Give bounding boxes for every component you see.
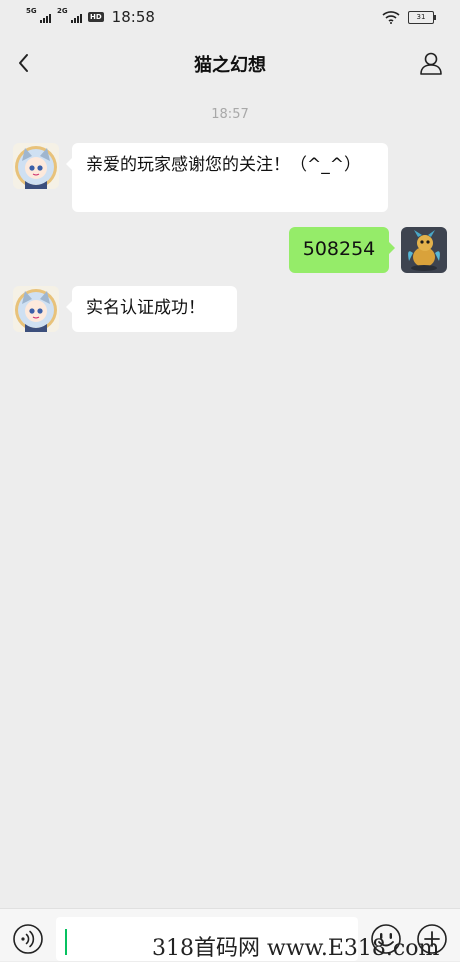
battery-icon: 31 bbox=[408, 10, 436, 24]
hd-badge: HD bbox=[88, 12, 104, 22]
signal-5g-icon: 5G bbox=[26, 7, 51, 23]
status-right: 31 bbox=[382, 10, 436, 24]
signal-2g-icon: 2G bbox=[57, 7, 82, 23]
dragon-avatar-icon bbox=[401, 227, 447, 273]
incoming-message-bubble[interactable]: 亲爱的玩家感谢您的关注！（^_^） bbox=[66, 143, 388, 212]
nav-bar: 猫之幻想 bbox=[0, 36, 460, 90]
status-bar: 5G 2G HD 18:58 31 bbox=[0, 0, 460, 36]
voice-button[interactable] bbox=[12, 923, 44, 955]
text-caret bbox=[65, 929, 67, 955]
status-left: 5G 2G HD 18:58 bbox=[26, 7, 155, 26]
user-avatar[interactable] bbox=[401, 227, 447, 273]
message-text: 实名认证成功！ bbox=[86, 298, 205, 318]
chat-title: 猫之幻想 bbox=[194, 55, 266, 76]
cat-character-avatar-icon bbox=[13, 143, 59, 189]
bot-avatar[interactable] bbox=[13, 143, 59, 189]
network-label-1: 5G bbox=[26, 7, 37, 15]
incoming-message-bubble[interactable]: 实名认证成功！ bbox=[66, 286, 237, 332]
message-text: 亲爱的玩家感谢您的关注！（^_^） bbox=[86, 155, 361, 175]
status-time: 18:58 bbox=[111, 8, 155, 26]
person-icon bbox=[420, 52, 442, 75]
wifi-icon bbox=[382, 11, 400, 24]
outgoing-message-bubble[interactable]: 508254 bbox=[289, 227, 395, 273]
network-label-2: 2G bbox=[57, 7, 68, 15]
message-text: 508254 bbox=[302, 238, 376, 260]
voice-icon bbox=[13, 924, 43, 954]
profile-button[interactable] bbox=[418, 50, 444, 76]
bot-avatar[interactable] bbox=[13, 286, 59, 332]
message-timestamp: 18:57 bbox=[211, 107, 249, 122]
cat-character-avatar-icon bbox=[13, 286, 59, 332]
battery-level: 31 bbox=[416, 12, 426, 21]
watermark-text: 318首码网 www.E318.com bbox=[152, 936, 440, 961]
